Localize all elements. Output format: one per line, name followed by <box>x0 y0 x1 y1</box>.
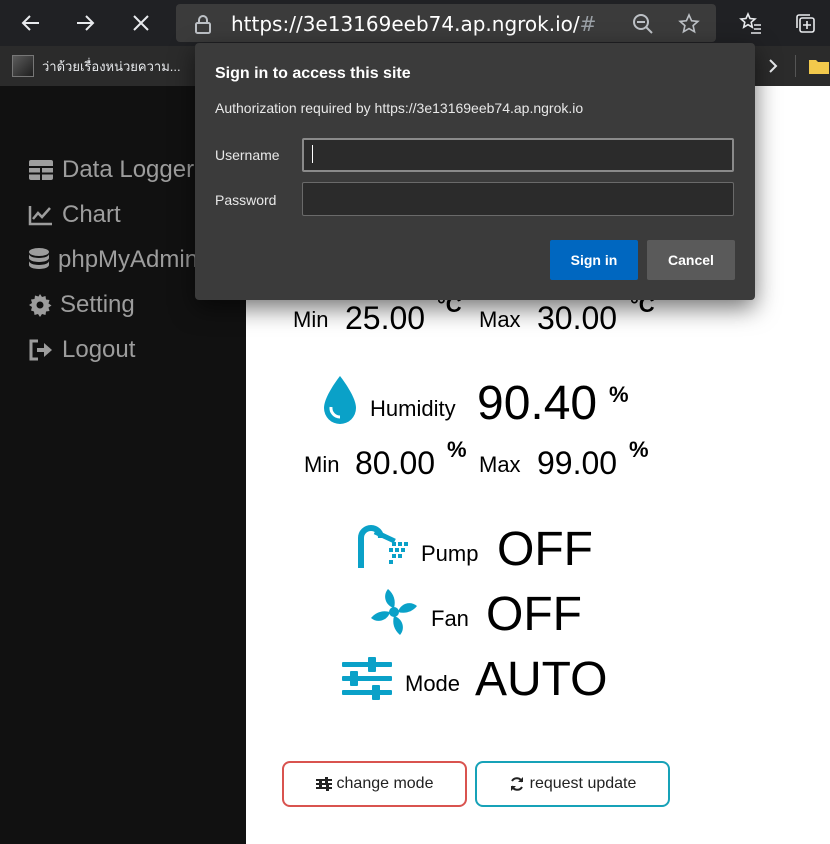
humidity-value: 90.40 <box>477 377 598 430</box>
temp-max-value: 30.00 <box>537 300 618 336</box>
sidebar-item-label: Chart <box>62 201 121 228</box>
humidity-unit: % <box>609 382 629 407</box>
lock-icon <box>195 15 211 34</box>
sidebar-item-label: phpMyAdmin <box>58 246 199 273</box>
change-mode-label: change mode <box>336 775 434 792</box>
request-update-button[interactable]: request update <box>475 761 670 807</box>
arrow-left-icon <box>21 15 39 31</box>
username-label: Username <box>215 147 280 163</box>
forward-button[interactable] <box>70 8 100 38</box>
humidity-min-label: Min <box>304 452 340 477</box>
humidity-max-value: 99.00 <box>537 445 618 481</box>
stop-button[interactable] <box>126 8 156 38</box>
favorite-star-icon[interactable] <box>678 13 700 35</box>
sliders-small-icon <box>315 777 332 791</box>
collections-button[interactable] <box>790 8 820 38</box>
url-hash: # <box>579 12 597 36</box>
sidebar-item-label: Logout <box>62 336 136 363</box>
sidebar-item-logout[interactable]: Logout <box>28 334 135 366</box>
database-icon <box>29 248 49 269</box>
bookmark-item[interactable]: ว่าด้วยเรื่องหน่วยความ... <box>8 52 181 80</box>
table-icon <box>29 160 53 180</box>
humidity-max-unit: % <box>629 437 649 462</box>
change-mode-button[interactable]: change mode <box>282 761 467 807</box>
gear-icon <box>29 294 52 317</box>
sidebar-item-setting[interactable]: Setting <box>28 289 135 321</box>
username-field[interactable] <box>302 138 734 172</box>
humidity-max-label: Max <box>479 452 521 477</box>
sign-out-icon <box>29 339 52 361</box>
cancel-button[interactable]: Cancel <box>647 240 735 280</box>
humidity-label: Humidity <box>370 396 456 421</box>
favorites-list-icon <box>739 12 761 34</box>
dialog-subtitle: Authorization required by https://3e1316… <box>215 100 584 116</box>
sidebar-item-data-logger[interactable]: Data Logger <box>28 154 194 186</box>
temp-min-value: 25.00 <box>345 300 426 336</box>
bookmark-favicon <box>12 55 34 77</box>
shower-icon <box>358 525 408 568</box>
humidity-min-value: 80.00 <box>355 445 436 481</box>
chevron-right-icon[interactable] <box>764 56 782 76</box>
sidebar-item-label: Data Logger <box>62 156 195 183</box>
password-field[interactable] <box>302 182 734 216</box>
close-icon <box>133 15 149 31</box>
favorites-button[interactable] <box>736 8 766 38</box>
folder-icon[interactable] <box>808 56 830 76</box>
back-button[interactable] <box>16 8 46 38</box>
dialog-title: Sign in to access this site <box>215 65 411 82</box>
mode-value: AUTO <box>475 653 608 706</box>
fan-icon <box>371 589 417 635</box>
sidebar-item-chart[interactable]: Chart <box>28 199 121 231</box>
bookmark-divider <box>795 55 796 77</box>
pump-label: Pump <box>421 541 479 566</box>
arrow-right-icon <box>77 15 95 31</box>
sliders-icon <box>342 657 392 700</box>
sign-in-button[interactable]: Sign in <box>550 240 638 280</box>
fan-label: Fan <box>431 606 469 631</box>
temp-max-label: Max <box>479 307 521 332</box>
url-main: https://3e13169eeb74.ap.ngrok.io/ <box>231 12 580 36</box>
fan-value: OFF <box>486 588 582 641</box>
zoom-out-icon[interactable] <box>632 13 654 35</box>
sidebar-item-phpmyadmin[interactable]: phpMyAdmin <box>28 244 198 276</box>
text-caret <box>312 145 313 163</box>
auth-dialog: Sign in to access this site Authorizatio… <box>195 43 755 300</box>
sidebar-item-label: Setting <box>60 291 135 318</box>
mode-label: Mode <box>405 671 461 696</box>
password-label: Password <box>215 192 277 208</box>
water-drop-icon <box>324 376 356 424</box>
humidity-min-unit: % <box>447 437 467 462</box>
pump-value: OFF <box>497 523 593 576</box>
address-bar[interactable]: https://3e13169eeb74.ap.ngrok.io/# <box>176 4 716 42</box>
bookmark-label: ว่าด้วยเรื่องหน่วยความ... <box>42 58 181 74</box>
temp-min-label: Min <box>293 307 329 332</box>
url-text: https://3e13169eeb74.ap.ngrok.io/# <box>231 12 596 36</box>
browser-toolbar: https://3e13169eeb74.ap.ngrok.io/# <box>0 0 830 46</box>
line-chart-icon <box>28 206 52 226</box>
collections-icon <box>796 14 815 33</box>
refresh-icon <box>510 777 523 791</box>
request-update-label: request update <box>529 775 637 792</box>
